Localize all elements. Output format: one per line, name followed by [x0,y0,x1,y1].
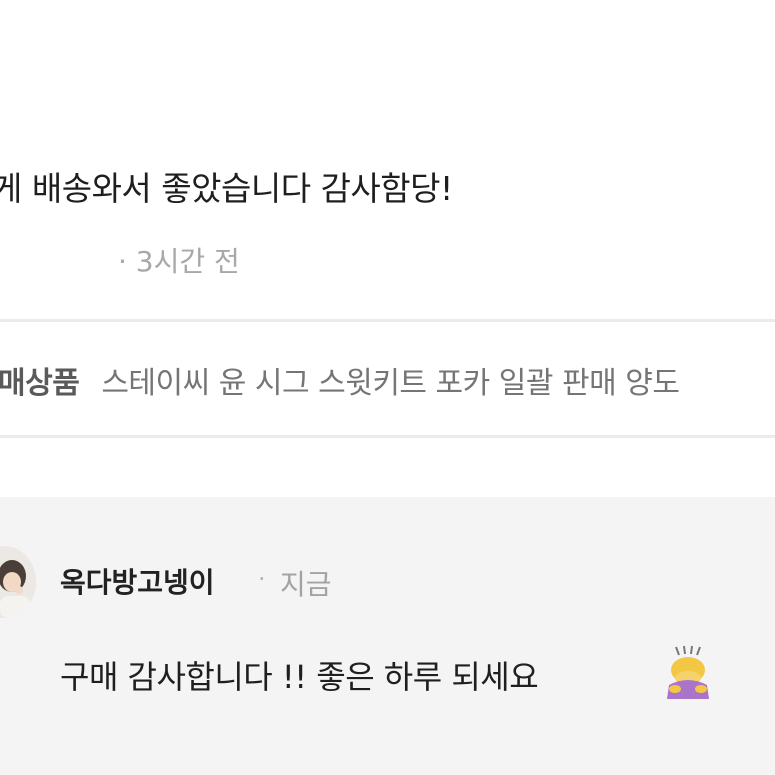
reply-author-name[interactable]: 옥다방고넹이 [60,561,215,601]
separator-dot: · [258,565,266,593]
product-name-link[interactable]: 스테이씨 윤 시그 스윗키트 포카 일괄 판매 양도 [101,366,680,401]
product-label: 매상품 [0,366,80,401]
divider [0,319,775,322]
purchased-product-row[interactable]: 매상품 스테이씨 윤 시그 스윗키트 포카 일괄 판매 양도 [0,358,680,402]
person-bowing-icon [667,645,709,699]
reply-timestamp: 지금 [280,568,332,601]
reply-text: 구매 감사합니다 !! 좋은 하루 되세요 [60,658,539,696]
avatar[interactable] [0,546,36,618]
review-timestamp: · 3시간 전 [118,245,240,278]
avatar-image [0,546,36,618]
divider [0,435,775,438]
seller-reply: 옥다방고넹이 · 지금 구매 감사합니다 !! 좋은 하루 되세요 [0,497,775,775]
review-text: 게 배송와서 좋았습니다 감사함당! [0,169,453,208]
